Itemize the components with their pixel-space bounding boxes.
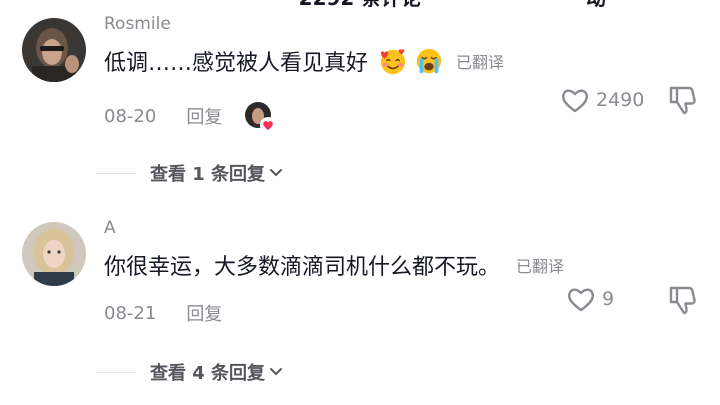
avatar[interactable] (22, 18, 86, 82)
loudly-crying-face-icon (416, 48, 442, 74)
comment-meta: 08-21 回复 (104, 300, 222, 326)
thumbs-down-icon[interactable] (666, 84, 698, 116)
comment-meta: 08-20 回复 (104, 101, 277, 133)
like-count: 2490 (596, 89, 645, 111)
translated-label[interactable]: 已翻译 (456, 49, 504, 73)
reply-button[interactable]: 回复 (186, 300, 222, 326)
comment-text-row: 低调……感觉被人看见真好 已翻译 (104, 45, 504, 77)
comment-username[interactable]: Rosmile (104, 14, 171, 34)
comment-text: 低调……感觉被人看见真好 (104, 51, 369, 76)
divider (96, 371, 136, 373)
like-button[interactable]: 9 (566, 285, 614, 313)
comment-text: 你很幸运，大多数滴滴司机什么都不玩。 (104, 255, 501, 280)
chevron-down-icon (270, 169, 283, 177)
creator-liked-badge (244, 101, 277, 133)
smiling-face-with-hearts-icon (380, 49, 406, 75)
comments-count-title: 2292 条评论 (0, 0, 720, 11)
like-button[interactable]: 2490 (560, 86, 644, 114)
heart-outline-icon (567, 288, 595, 312)
thumbs-down-icon[interactable] (666, 284, 698, 316)
view-replies-button[interactable]: 查看 1 条回复 (96, 160, 356, 186)
view-replies-button[interactable]: 查看 4 条回复 (96, 359, 356, 385)
comments-header: 2292 条评论 动 (0, 0, 720, 11)
like-count: 9 (602, 288, 615, 310)
comment-date: 08-20 (104, 105, 157, 127)
view-replies-label: 查看 4 条回复 (150, 363, 266, 384)
reply-button[interactable]: 回复 (186, 103, 222, 129)
heart-outline-icon (561, 89, 589, 113)
comment-username[interactable]: A (104, 218, 116, 238)
chevron-down-icon (270, 368, 283, 376)
view-replies-label: 查看 1 条回复 (150, 164, 266, 185)
comment-text-row: 你很幸运，大多数滴滴司机什么都不玩。 已翻译 (104, 249, 564, 281)
avatar[interactable] (22, 222, 86, 286)
header-action[interactable]: 动 (586, 0, 606, 11)
divider (96, 172, 136, 174)
comment-date: 08-21 (104, 302, 157, 324)
translated-label[interactable]: 已翻译 (516, 253, 564, 277)
